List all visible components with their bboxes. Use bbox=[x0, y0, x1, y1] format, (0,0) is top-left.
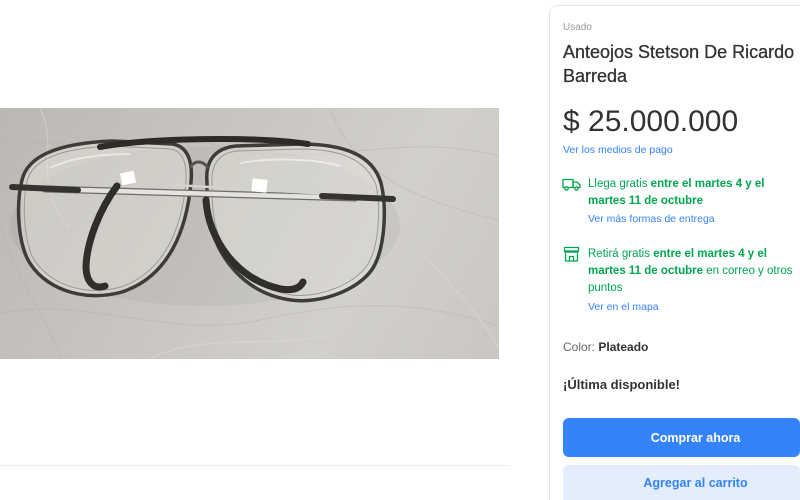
color-variant: Color: Plateado bbox=[563, 339, 648, 355]
truck-icon bbox=[562, 177, 581, 192]
pickup-highlight: Retirá gratis bbox=[588, 248, 650, 260]
store-icon bbox=[563, 246, 580, 262]
left-hinge bbox=[9, 184, 81, 193]
purchase-card: Usado Anteojos Stetson De Ricardo Barred… bbox=[549, 5, 800, 500]
shipping-highlight: Llega gratis bbox=[588, 178, 648, 190]
add-to-cart-button[interactable]: Agregar al carrito bbox=[563, 465, 800, 500]
shipping-info: Llega gratis entre el martes 4 y el mart… bbox=[588, 176, 798, 210]
gallery-divider bbox=[0, 465, 510, 466]
color-value: Plateado bbox=[598, 340, 649, 354]
payment-methods-link[interactable]: Ver los medios de pago bbox=[563, 143, 673, 157]
condition-label: Usado bbox=[563, 22, 592, 33]
stock-status: ¡Última disponible! bbox=[563, 377, 680, 392]
product-gallery[interactable] bbox=[0, 108, 499, 359]
right-temple-tip bbox=[319, 193, 396, 202]
more-shipping-options-link[interactable]: Ver más formas de entrega bbox=[588, 212, 715, 226]
view-map-link[interactable]: Ver en el mapa bbox=[588, 300, 659, 314]
pickup-info: Retirá gratis entre el martes 4 y el mar… bbox=[588, 246, 798, 297]
buy-now-button[interactable]: Comprar ahora bbox=[563, 418, 800, 457]
product-photo bbox=[0, 108, 499, 359]
price: $ 25.000.000 bbox=[563, 105, 739, 138]
product-title: Anteojos Stetson De Ricardo Barreda bbox=[563, 42, 795, 86]
right-lens-sticker bbox=[251, 178, 268, 193]
color-label: Color: bbox=[563, 340, 596, 354]
